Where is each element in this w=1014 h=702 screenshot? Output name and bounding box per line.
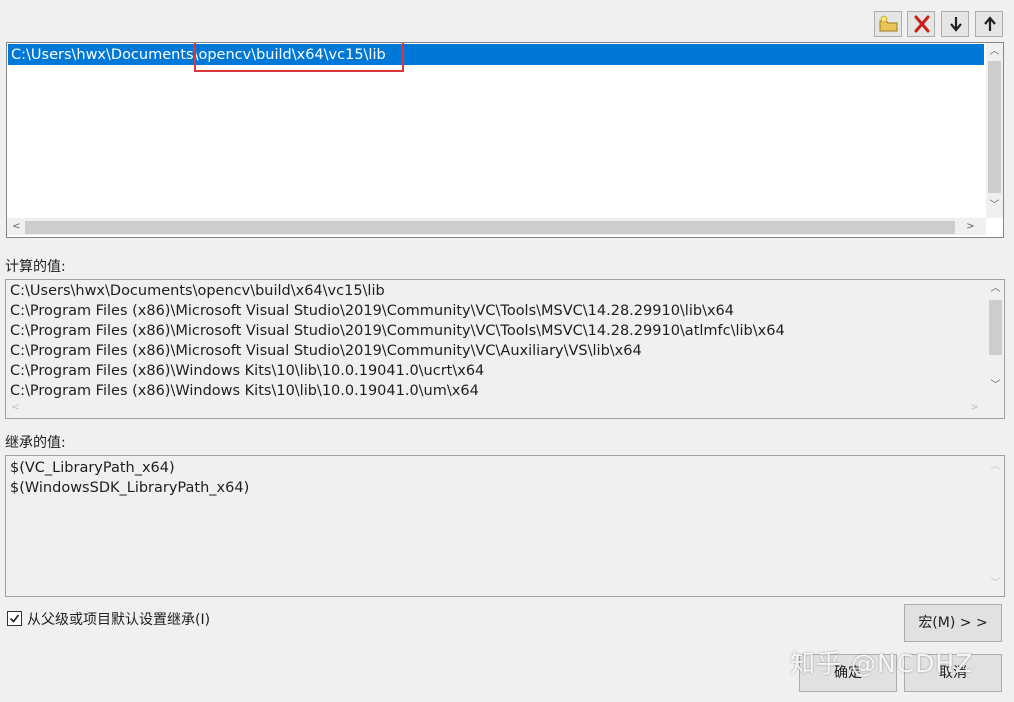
scroll-right-icon[interactable]: >	[962, 218, 979, 235]
evaluated-list: C:\Users\hwx\Documents\opencv\build\x64\…	[5, 279, 1005, 419]
evaluated-label: 计算的值:	[5, 259, 66, 275]
inherit-checkbox[interactable]	[7, 611, 22, 626]
move-up-icon	[984, 16, 996, 31]
scroll-down-icon[interactable]: ﹀	[987, 575, 1004, 592]
scroll-up-icon[interactable]: ︿	[986, 43, 1003, 60]
inherited-list: $(VC_LibraryPath_x64) $(WindowsSDK_Librar…	[5, 455, 1005, 597]
inherited-line: $(WindowsSDK_LibraryPath_x64)	[10, 480, 250, 496]
scroll-up-icon[interactable]: ︿	[987, 280, 1004, 297]
highlight-box	[194, 43, 404, 72]
horizontal-scrollbar[interactable]: < >	[7, 218, 986, 235]
scroll-down-icon[interactable]: ﹀	[986, 197, 1003, 214]
scroll-left-icon[interactable]: <	[7, 399, 24, 416]
evaluated-vertical-scrollbar[interactable]: ︿ ﹀	[987, 280, 1004, 399]
watermark: 知乎 @NCDHZ	[790, 649, 974, 678]
h-scroll-thumb[interactable]	[25, 221, 955, 234]
delete-icon	[914, 15, 930, 33]
inherited-vertical-scrollbar[interactable]: ︿ ﹀	[987, 456, 1004, 596]
move-down-button[interactable]	[941, 11, 969, 37]
move-up-button[interactable]	[975, 11, 1003, 37]
macros-button[interactable]: 宏(M) > >	[904, 604, 1002, 642]
evaluated-line: C:\Users\hwx\Documents\opencv\build\x64\…	[10, 283, 385, 299]
inherited-line: $(VC_LibraryPath_x64)	[10, 460, 175, 476]
evaluated-line: C:\Program Files (x86)\Windows Kits\10\l…	[10, 383, 479, 399]
new-folder-button[interactable]	[874, 11, 902, 37]
checkmark-icon	[9, 614, 20, 623]
evaluated-line: C:\Program Files (x86)\Microsoft Visual …	[10, 303, 734, 319]
selected-row[interactable]: C:\Users\hwx\Documents\opencv\build\x64\…	[8, 44, 984, 65]
evaluated-line: C:\Program Files (x86)\Microsoft Visual …	[10, 343, 642, 359]
new-folder-icon	[879, 15, 898, 32]
evaluated-horizontal-scrollbar[interactable]: < >	[6, 399, 987, 416]
vertical-scrollbar[interactable]: ︿ ﹀	[986, 43, 1003, 218]
scroll-left-icon[interactable]: <	[8, 218, 25, 235]
move-down-icon	[950, 17, 962, 32]
scroll-up-icon[interactable]: ︿	[987, 458, 1004, 475]
inherit-checkbox-label[interactable]: 从父级或项目默认设置继承(I)	[27, 609, 210, 629]
scroll-thumb[interactable]	[988, 61, 1001, 193]
path-edit-list[interactable]: C:\Users\hwx\Documents\opencv\build\x64\…	[6, 42, 1004, 238]
evaluated-line: C:\Program Files (x86)\Windows Kits\10\l…	[10, 363, 485, 379]
scroll-right-icon[interactable]: >	[966, 399, 983, 416]
delete-button[interactable]	[907, 11, 935, 37]
evaluated-line: C:\Program Files (x86)\Microsoft Visual …	[10, 323, 785, 339]
scroll-thumb[interactable]	[989, 300, 1002, 355]
inherited-label: 继承的值:	[5, 435, 66, 451]
scroll-down-icon[interactable]: ﹀	[987, 377, 1004, 394]
